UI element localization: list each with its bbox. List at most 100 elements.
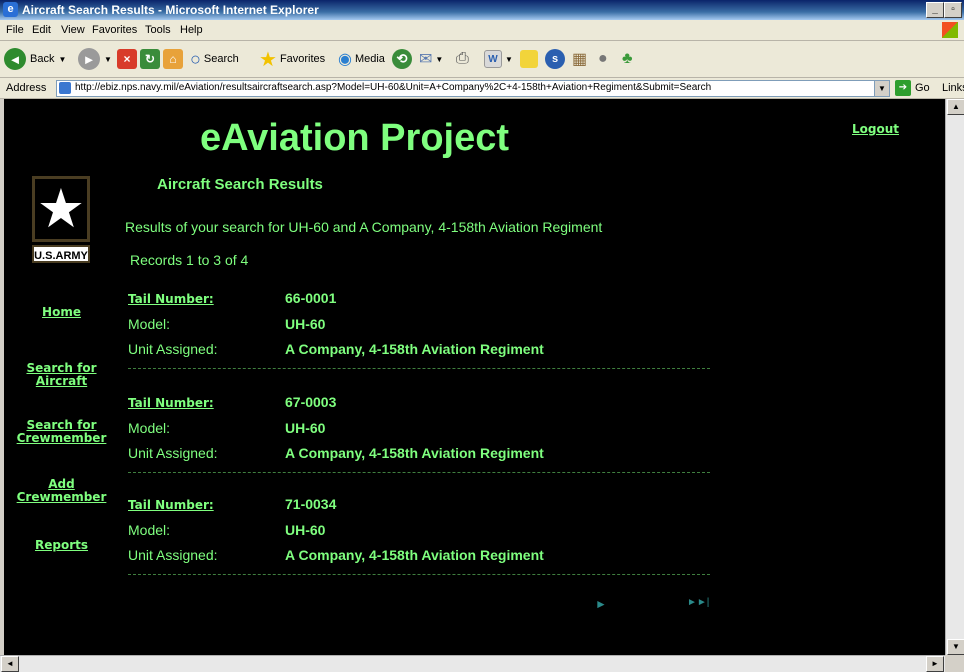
print-icon: ⎙ [456, 50, 469, 67]
page-content: eAviation Project Logout Aircraft Search… [4, 99, 945, 655]
nav-home[interactable]: Home [4, 306, 119, 319]
maximize-button[interactable]: ▫ [944, 2, 962, 18]
logout-link[interactable]: Logout [852, 122, 899, 136]
record-divider [128, 574, 710, 575]
messenger-icon: s [545, 49, 565, 69]
search-button[interactable]: ○ Search [190, 47, 239, 71]
page-subtitle: Aircraft Search Results [157, 176, 323, 193]
address-dropdown-icon[interactable]: ▼ [874, 81, 889, 96]
search-icon: ○ [190, 48, 201, 69]
address-input[interactable]: http://ebiz.nps.navy.mil/eAviation/resul… [56, 80, 890, 97]
note-icon [520, 50, 538, 68]
army-logo-label: U.S.ARMY [32, 245, 90, 263]
links-button[interactable]: Links [942, 82, 964, 94]
edit-icon: W [484, 50, 502, 68]
mail-button[interactable]: ✉ ▼ [419, 47, 443, 71]
unit-value: A Company, 4-158th Aviation Regiment [285, 445, 544, 461]
model-label: Model: [128, 420, 171, 436]
horizontal-scrollbar[interactable]: ◄ ► [0, 655, 945, 672]
record-item: Tail Number: 66-0001 Model: UH-60 Unit A… [128, 290, 710, 390]
minimize-button[interactable]: _ [926, 2, 944, 18]
research-icon: ▦ [572, 51, 588, 68]
unit-label: Unit Assigned: [128, 547, 218, 563]
ie-icon: e [3, 2, 18, 17]
record-divider [128, 472, 710, 473]
window-title: Aircraft Search Results - Microsoft Inte… [22, 3, 319, 17]
model-label: Model: [128, 522, 171, 538]
record-divider [128, 368, 710, 369]
page-heading: eAviation Project [200, 117, 510, 159]
go-arrow-icon: ➔ [895, 80, 911, 96]
army-logo: ★ U.S.ARMY [32, 176, 90, 270]
stop-icon: × [117, 49, 137, 69]
nav-add-crewmember[interactable]: Add Crewmember [4, 478, 119, 504]
print-button[interactable]: ⎙ [456, 47, 469, 71]
scroll-down-icon[interactable]: ▼ [947, 639, 964, 655]
next-page-icon[interactable]: ► [595, 597, 607, 611]
back-arrow-icon: ◄ [4, 48, 26, 70]
vertical-scrollbar[interactable]: ▲ ▼ [945, 99, 964, 655]
contacts-button[interactable]: ♣ [622, 47, 633, 71]
nav-search-aircraft-line2: Aircraft [35, 374, 88, 388]
tail-number-link[interactable]: Tail Number: [128, 498, 214, 512]
tail-number-link[interactable]: Tail Number: [128, 396, 214, 410]
model-value: UH-60 [285, 316, 326, 332]
chat-icon: ● [598, 50, 608, 67]
tail-number-link[interactable]: Tail Number: [128, 292, 214, 306]
go-button[interactable]: ➔ Go [895, 80, 930, 96]
unit-value: A Company, 4-158th Aviation Regiment [285, 547, 544, 563]
menu-file[interactable]: File [6, 24, 24, 36]
forward-button[interactable]: ► ▼ [78, 47, 112, 71]
messenger-button[interactable]: s [545, 47, 565, 71]
address-url: http://ebiz.nps.navy.mil/eAviation/resul… [75, 82, 712, 93]
record-item: Tail Number: 71-0034 Model: UH-60 Unit A… [128, 496, 710, 596]
scroll-up-icon[interactable]: ▲ [947, 99, 964, 115]
forward-arrow-icon: ► [78, 48, 100, 70]
nav-search-crewmember-line2: Crewmember [16, 431, 107, 445]
home-button[interactable]: ⌂ [163, 47, 183, 71]
tail-number-value: 71-0034 [285, 496, 337, 512]
media-button[interactable]: ◉ Media [338, 47, 385, 71]
mail-icon: ✉ [419, 51, 433, 68]
unit-label: Unit Assigned: [128, 445, 218, 461]
menu-tools[interactable]: Tools [145, 24, 171, 36]
model-value: UH-60 [285, 522, 326, 538]
refresh-button[interactable]: ↻ [140, 47, 160, 71]
windows-logo-icon [942, 22, 958, 38]
model-value: UH-60 [285, 420, 326, 436]
scroll-left-icon[interactable]: ◄ [1, 656, 19, 672]
menu-edit[interactable]: Edit [32, 24, 51, 36]
chat-button[interactable]: ● [598, 47, 608, 71]
menu-favorites[interactable]: Favorites [92, 24, 137, 36]
menu-view[interactable]: View [61, 24, 85, 36]
refresh-icon: ↻ [140, 49, 160, 69]
edit-button[interactable]: W ▼ [484, 47, 513, 71]
tail-number-value: 66-0001 [285, 290, 337, 306]
nav-reports[interactable]: Reports [4, 539, 119, 552]
nav-add-crewmember-line2: Crewmember [16, 490, 107, 504]
toolbar: ◄ Back ▼ ► ▼ × ↻ ⌂ ○ Search ★ Favorites … [0, 41, 964, 78]
research-button[interactable]: ▦ [572, 47, 587, 71]
model-label: Model: [128, 316, 171, 332]
stop-button[interactable]: × [117, 47, 137, 71]
address-label: Address [6, 82, 47, 94]
nav-search-aircraft[interactable]: Search for Aircraft [4, 362, 119, 388]
last-page-icon[interactable]: ►►| [687, 597, 709, 608]
media-icon: ◉ [338, 51, 352, 68]
discuss-button[interactable] [520, 47, 538, 71]
unit-value: A Company, 4-158th Aviation Regiment [285, 341, 544, 357]
title-bar: e Aircraft Search Results - Microsoft In… [0, 0, 964, 20]
menu-help[interactable]: Help [180, 24, 203, 36]
people-icon: ♣ [622, 50, 633, 67]
back-button[interactable]: ◄ Back ▼ [4, 47, 66, 71]
tail-number-value: 67-0003 [285, 394, 337, 410]
history-button[interactable]: ⟲ [392, 47, 412, 71]
army-star-icon: ★ [32, 176, 90, 242]
records-info: Records 1 to 3 of 4 [130, 252, 249, 268]
scroll-right-icon[interactable]: ► [926, 656, 944, 672]
nav-search-crewmember[interactable]: Search for Crewmember [4, 419, 119, 445]
star-icon: ★ [259, 48, 277, 71]
history-icon: ⟲ [392, 49, 412, 69]
favorites-button[interactable]: ★ Favorites [259, 47, 325, 71]
home-icon: ⌂ [163, 49, 183, 69]
